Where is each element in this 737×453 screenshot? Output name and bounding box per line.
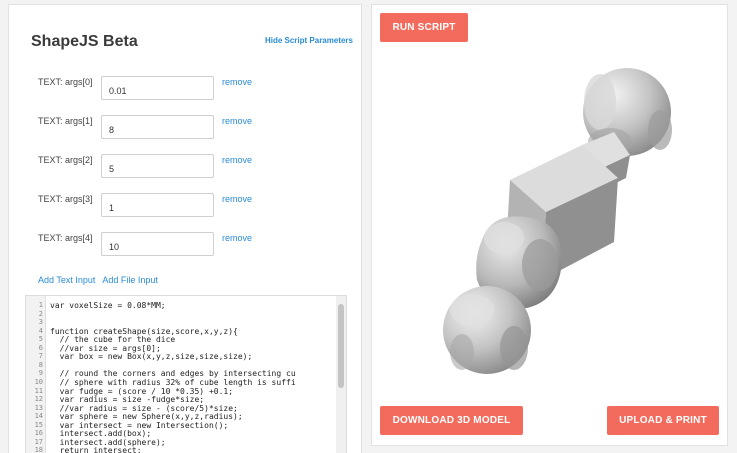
code-line[interactable]: 18 return intersect; — [26, 446, 346, 453]
script-parameters-panel: ShapeJS Beta Hide Script Parameters TEXT… — [8, 4, 362, 453]
add-text-input-link[interactable]: Add Text Input — [38, 275, 95, 285]
add-file-input-link[interactable]: Add File Input — [102, 275, 158, 285]
remove-arg-2-link[interactable]: remove — [222, 154, 252, 167]
arg-input-1[interactable]: 8 — [101, 115, 214, 139]
hide-script-parameters-link[interactable]: Hide Script Parameters — [265, 36, 353, 45]
arg-row-2: TEXT: args[2] 5 remove — [9, 154, 361, 180]
editor-scrollbar[interactable] — [336, 296, 346, 453]
upload-print-button[interactable]: UPLOAD & PRINT — [607, 406, 719, 435]
arg-label: TEXT: args[0] — [38, 77, 93, 87]
arg-label: TEXT: args[2] — [38, 155, 93, 165]
arg-input-4[interactable]: 10 — [101, 232, 214, 256]
3d-model-viewport[interactable] — [432, 60, 682, 400]
arg-row-3: TEXT: args[3] 1 remove — [9, 193, 361, 219]
bottom-sphere-shape — [443, 286, 531, 374]
code-text: return intersect; — [50, 446, 142, 453]
remove-arg-3-link[interactable]: remove — [222, 193, 252, 206]
arg-input-3[interactable]: 1 — [101, 193, 214, 217]
remove-arg-4-link[interactable]: remove — [222, 232, 252, 245]
code-editor[interactable]: 1 var voxelSize = 0.08*MM; 2 3 4 function cre… — [25, 295, 347, 453]
arg-input-0[interactable]: 0.01 — [101, 76, 214, 100]
editor-scroll-thumb[interactable] — [338, 304, 344, 388]
remove-arg-1-link[interactable]: remove — [222, 115, 252, 128]
remove-arg-0-link[interactable]: remove — [222, 76, 252, 89]
arg-row-0: TEXT: args[0] 0.01 remove — [9, 76, 361, 102]
add-input-links: Add Text Input Add File Input — [38, 275, 163, 285]
arg-label: TEXT: args[3] — [38, 194, 93, 204]
run-script-button[interactable]: RUN SCRIPT — [380, 13, 468, 42]
arg-row-1: TEXT: args[1] 8 remove — [9, 115, 361, 141]
arg-label: TEXT: args[4] — [38, 233, 93, 243]
arg-label: TEXT: args[1] — [38, 116, 93, 126]
line-number: 18 — [34, 446, 43, 453]
app-title: ShapeJS Beta — [31, 33, 138, 50]
preview-panel: RUN SCRIPT DOWNLOAD 3D MODEL UPLOAD & PR… — [371, 4, 728, 446]
download-3d-model-button[interactable]: DOWNLOAD 3D MODEL — [380, 406, 523, 435]
arg-row-4: TEXT: args[4] 10 remove — [9, 232, 361, 258]
arg-input-2[interactable]: 5 — [101, 154, 214, 178]
